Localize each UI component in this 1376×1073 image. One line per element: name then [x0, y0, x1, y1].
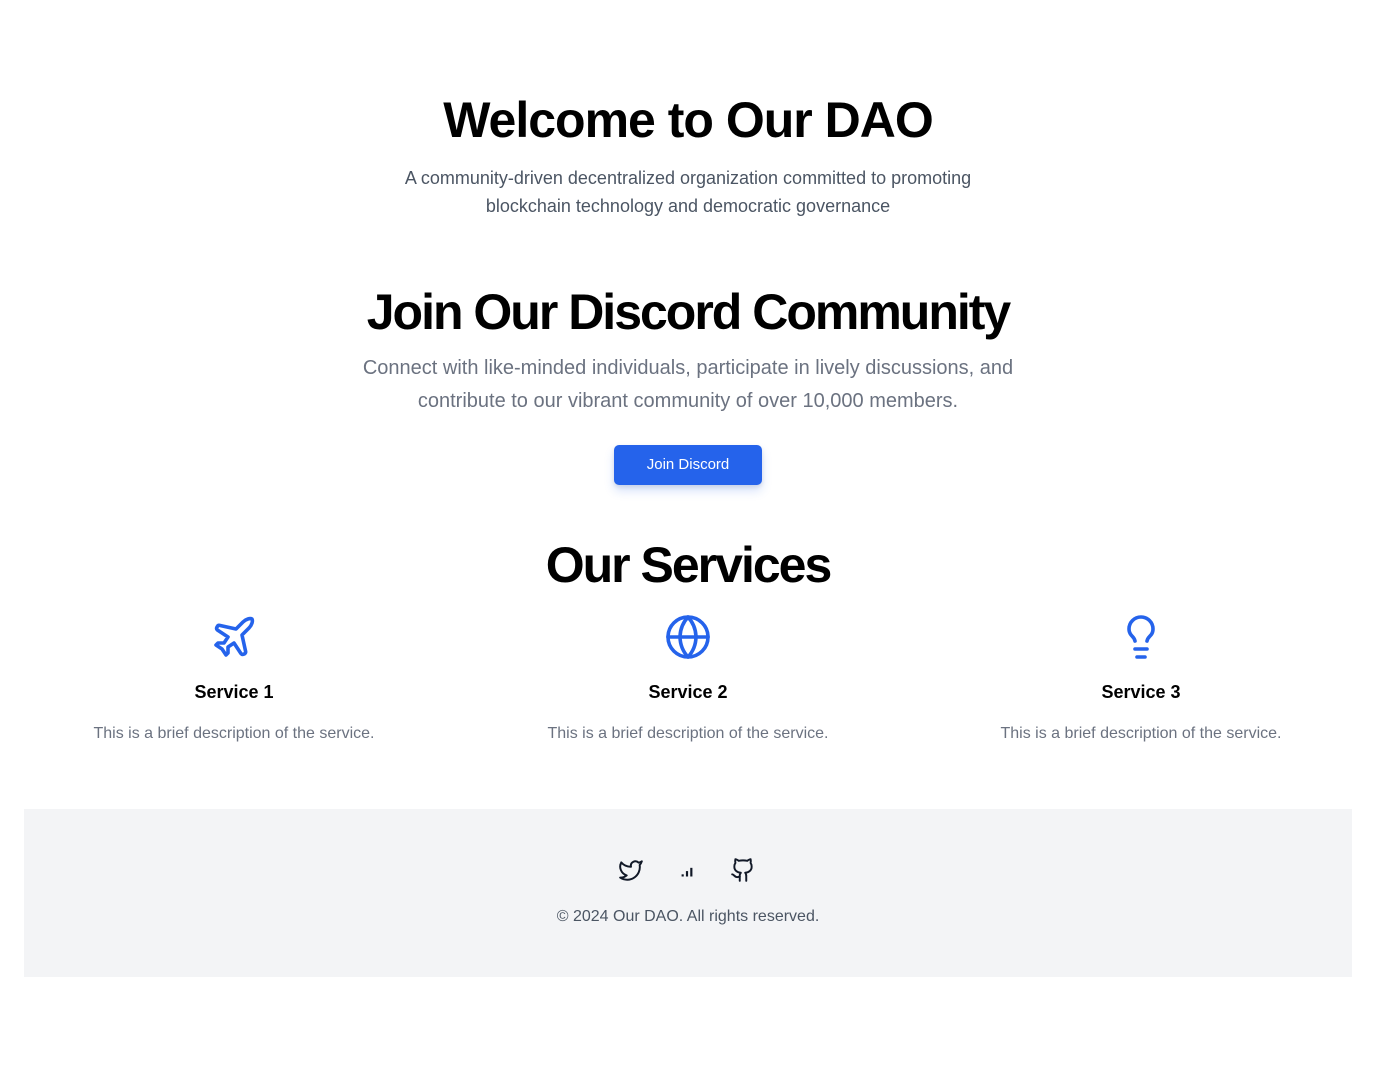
service-name: Service 1: [194, 682, 274, 702]
signal-icon: [681, 867, 693, 877]
copyright-text: © 2024 Our DAO. All rights reserved.: [556, 908, 820, 925]
discord-subtitle: Connect with like-minded individuals, pa…: [362, 357, 1014, 412]
globe-icon: [666, 615, 710, 659]
services-title: Our Services: [545, 537, 833, 593]
discord-title: Join Our Discord Community: [366, 284, 1012, 340]
github-icon: [731, 858, 753, 882]
discord-section: Join Our Discord Community Connect with …: [0, 284, 1376, 485]
signal-link[interactable]: [674, 857, 700, 883]
hero-subtitle: A community-driven decentralized organiz…: [404, 168, 972, 216]
service-grid: Service 1 This is a brief description of…: [0, 613, 1376, 773]
github-link[interactable]: [730, 857, 756, 883]
hero-title: Welcome to Our DAO: [443, 92, 933, 148]
social-links: [24, 857, 1352, 883]
service-description: This is a brief description of the servi…: [1000, 725, 1282, 742]
service-name: Service 2: [648, 682, 728, 702]
service-card: Service 3 This is a brief description of…: [961, 613, 1321, 746]
service-description: This is a brief description of the servi…: [547, 725, 829, 742]
twitter-icon: [619, 860, 643, 881]
footer: © 2024 Our DAO. All rights reserved.: [24, 809, 1352, 977]
service-description: This is a brief description of the servi…: [93, 725, 375, 742]
hero-section: Welcome to Our DAO A community-driven de…: [0, 92, 1376, 220]
join-discord-button[interactable]: Join Discord: [614, 445, 762, 485]
lightbulb-icon: [1127, 615, 1155, 659]
service-card: Service 1 This is a brief description of…: [54, 613, 414, 746]
services-section: Our Services Service 1 This is a brief d…: [0, 537, 1376, 773]
service-name: Service 3: [1101, 682, 1181, 702]
twitter-link[interactable]: [618, 857, 644, 883]
plane-icon: [214, 616, 255, 657]
service-card: Service 2 This is a brief description of…: [508, 613, 868, 746]
